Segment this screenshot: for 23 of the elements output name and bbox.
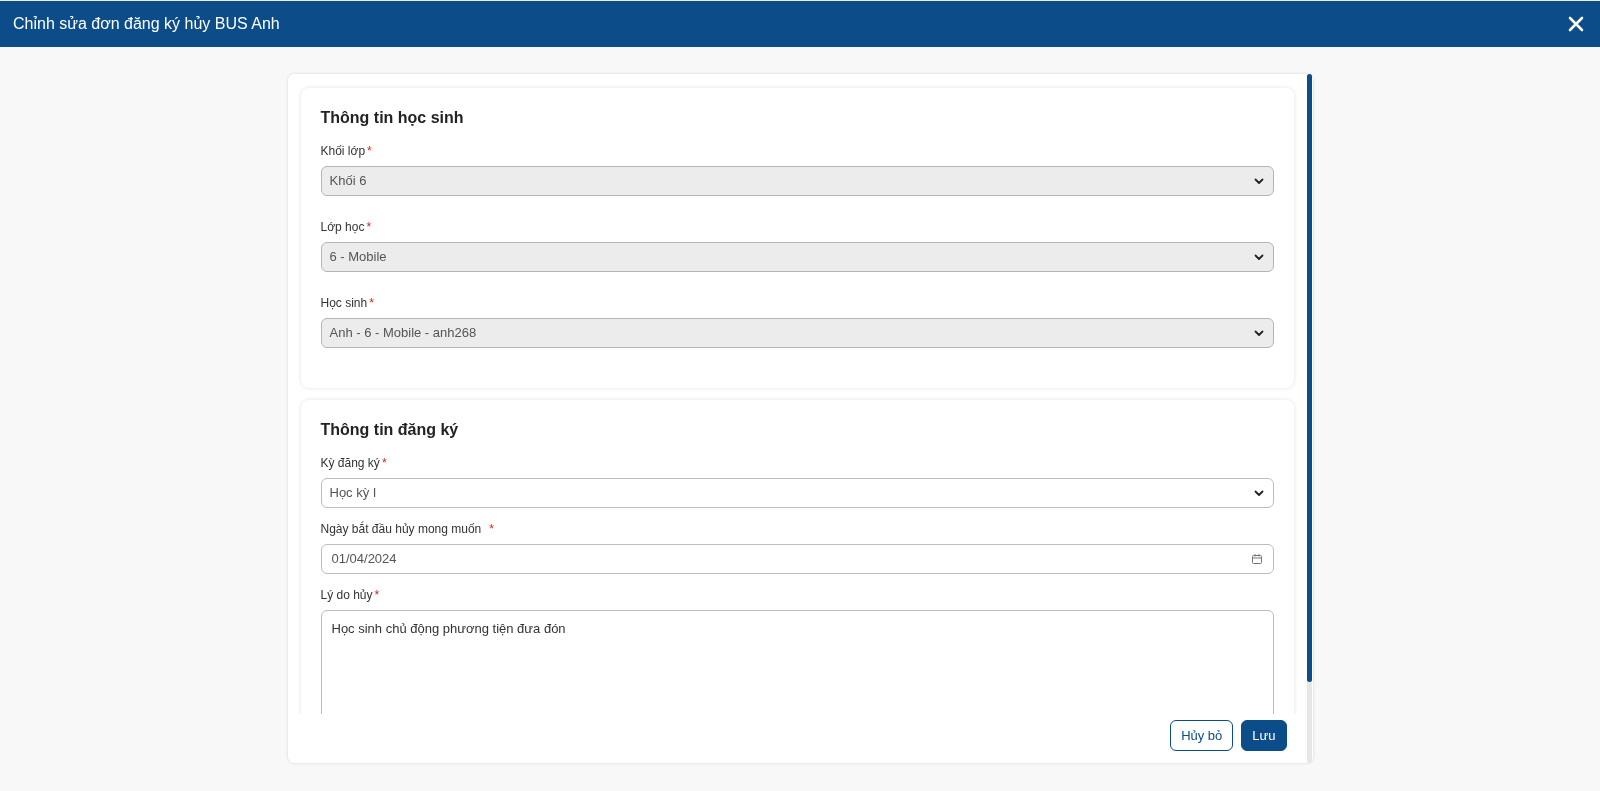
field-label: Kỳ đăng ký (320, 455, 380, 472)
required-mark: * (367, 143, 372, 160)
section-title: Thông tin học sinh (320, 108, 465, 128)
window-title: Chỉnh sửa đơn đăng ký hủy BUS Anh (13, 14, 280, 34)
required-mark: * (381, 455, 387, 472)
field-label: Ngày bắt đầu hủy mong muốn (320, 520, 482, 538)
field-label: Học sinh (320, 295, 368, 312)
cancel-button[interactable]: Hủy bỏ (1170, 720, 1234, 751)
select-field[interactable]: Học kỳ I (320, 478, 1274, 508)
required-mark: * (489, 521, 494, 538)
required-mark: * (366, 219, 372, 236)
section-title: Thông tin đăng ký (320, 420, 460, 440)
required-mark: * (369, 295, 374, 312)
field-label: Khối lớp (320, 143, 366, 160)
save-button[interactable]: Lưu (1241, 720, 1287, 751)
close-button[interactable] (1568, 16, 1584, 32)
field-label: Lý do hủy (320, 587, 373, 604)
date-field[interactable]: 01/04/2024 (320, 544, 1274, 574)
calendar-icon (1250, 553, 1263, 565)
textarea-field[interactable]: Học sinh chủ động phương tiện đưa đón (320, 610, 1274, 714)
close-icon (1568, 16, 1584, 32)
required-mark: * (374, 587, 380, 604)
field-label: Lớp học (320, 219, 365, 236)
